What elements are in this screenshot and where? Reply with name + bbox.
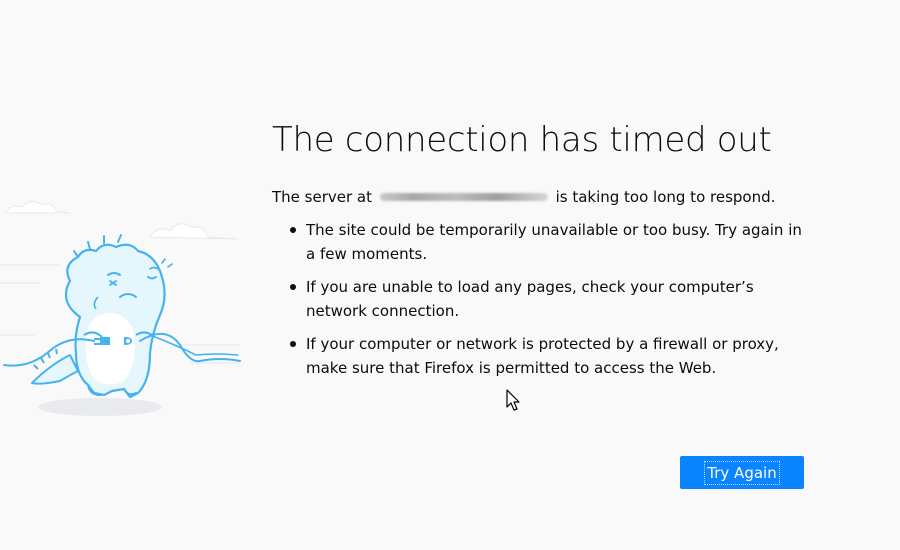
- page-title: The connection has timed out: [272, 120, 772, 160]
- bullet-icon: [290, 227, 296, 233]
- dinosaur-unplugged-illustration: [0, 201, 241, 416]
- reason-text: If your computer or network is protected…: [306, 335, 779, 377]
- error-content: The connection has timed out The server …: [272, 118, 812, 389]
- intro-before: The server at: [272, 188, 372, 206]
- list-item: If your computer or network is protected…: [290, 332, 812, 380]
- cloud-left-icon: [4, 201, 71, 214]
- cloud-right-icon: [149, 223, 239, 240]
- reasons-list: The site could be temporarily unavailabl…: [272, 218, 812, 380]
- bullet-icon: [290, 284, 296, 290]
- try-again-button[interactable]: Try Again: [680, 456, 804, 489]
- error-page: The connection has timed out The server …: [0, 0, 900, 550]
- redacted-hostname: [379, 192, 548, 201]
- reason-text: If you are unable to load any pages, che…: [306, 278, 754, 320]
- reason-text: The site could be temporarily unavailabl…: [306, 221, 802, 263]
- error-description: The server at is taking too long to resp…: [272, 186, 812, 208]
- try-again-label: Try Again: [704, 460, 780, 485]
- bullet-icon: [290, 341, 296, 347]
- mouse-pointer-icon: [506, 389, 520, 411]
- list-item: The site could be temporarily unavailabl…: [290, 218, 812, 266]
- list-item: If you are unable to load any pages, che…: [290, 275, 812, 323]
- intro-after: is taking too long to respond.: [555, 188, 776, 206]
